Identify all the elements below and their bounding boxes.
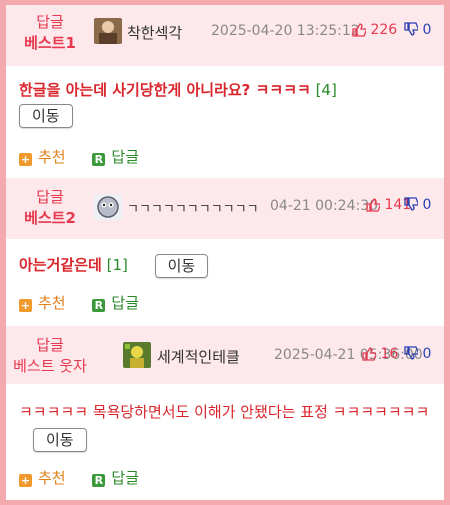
comment-body: ㅋㅋㅋㅋㅋ 목욕당하면서도 이해가 안됐다는 표정 ㅋㅋㅋㅋㅋㅋㅋ 이동 <box>19 399 434 453</box>
plus-icon: + <box>19 474 32 487</box>
reply-button[interactable]: R 답글 <box>92 469 139 487</box>
comment-text: 아는거같은데 <box>19 256 102 274</box>
dislike-count: 0 <box>422 197 432 213</box>
nickname[interactable]: 착한섹각 <box>127 22 182 43</box>
thumbs-down-icon <box>404 22 418 36</box>
like-count: 226 <box>370 22 398 38</box>
comment-date: 04-21 00:24:30 <box>270 198 379 214</box>
avatar[interactable] <box>94 18 122 44</box>
dislike-count: 0 <box>422 22 432 38</box>
comment-actions: + 추천 R 답글 <box>19 467 139 488</box>
comment-text: 한글을 아는데 사기당한게 아니라요? ㅋㅋㅋㅋ <box>19 81 311 99</box>
comment-date: 2025-04-21 05:36:00 <box>274 347 423 363</box>
move-button[interactable]: 이동 <box>33 427 87 452</box>
comment-text: ㅋㅋㅋㅋㅋ 목욕당하면서도 이해가 안됐다는 표정 ㅋㅋㅋㅋㅋㅋㅋ <box>19 403 430 421</box>
reply-count[interactable]: [1] <box>107 256 128 274</box>
comment-header: 답글 베스트1 착한섹각 2025-04-20 13:25:12 226 0 <box>6 5 444 66</box>
thumbs-up-icon <box>352 23 366 37</box>
reply-r-icon: R <box>92 153 106 166</box>
reply-button[interactable]: R 답글 <box>92 294 139 312</box>
best-rank-label: 답글 베스트2 <box>24 188 76 227</box>
reply-r-icon: R <box>92 299 106 312</box>
plus-icon: + <box>19 299 32 312</box>
dislike-count: 0 <box>422 346 432 362</box>
comment-actions: + 추천 R 답글 <box>19 146 139 167</box>
like-count: 16 <box>380 346 399 362</box>
reply-r-icon: R <box>92 474 106 487</box>
dislike-button[interactable]: 0 <box>403 22 431 38</box>
nickname[interactable]: ㄱㄱㄱㄱㄱㄱㄱㄱㄱㄱㄱ <box>127 198 259 217</box>
reply-count[interactable]: [4] <box>316 81 337 99</box>
comment-body: 한글을 아는데 사기당한게 아니라요? ㅋㅋㅋㅋ [4] 이동 <box>19 78 434 128</box>
plus-icon: + <box>19 153 32 166</box>
avatar-character-icon <box>123 342 151 368</box>
comment-body: 아는거같은데 [1] 이동 <box>19 253 434 278</box>
like-button[interactable]: 16 <box>361 346 398 362</box>
thumbs-down-icon <box>404 346 418 360</box>
thumbs-up-icon <box>366 198 380 212</box>
like-button[interactable]: 226 <box>351 22 397 38</box>
comment-date: 2025-04-20 13:25:12 <box>211 23 360 39</box>
thumbs-down-icon <box>404 197 418 211</box>
comment-actions: + 추천 R 답글 <box>19 292 139 313</box>
best-rank-label: 답글 베스트1 <box>24 13 76 52</box>
avatar[interactable] <box>94 194 122 220</box>
thumbs-up-icon <box>362 347 376 361</box>
avatar-photo-icon <box>94 18 122 44</box>
best-comments-panel: 답글 베스트1 착한섹각 2025-04-20 13:25:12 226 0 한… <box>6 5 444 500</box>
best-rank-label: 답글 베스트 웃자 <box>13 336 87 375</box>
comment-header: 답글 베스트2 ㄱㄱㄱㄱㄱㄱㄱㄱㄱㄱㄱ 04-21 00:24:30 141 0 <box>6 178 444 239</box>
dislike-button[interactable]: 0 <box>403 346 431 362</box>
avatar-ghost-icon <box>94 194 122 220</box>
avatar[interactable] <box>123 342 151 368</box>
recommend-button[interactable]: + 추천 <box>19 294 66 312</box>
reply-button[interactable]: R 답글 <box>92 148 139 166</box>
recommend-button[interactable]: + 추천 <box>19 469 66 487</box>
nickname[interactable]: 세계적인테클 <box>157 346 240 367</box>
move-button[interactable]: 이동 <box>19 103 73 128</box>
move-button[interactable]: 이동 <box>154 253 209 278</box>
comment-header: 답글 베스트 웃자 세계적인테클 2025-04-21 05:36:00 16 … <box>6 326 444 384</box>
recommend-button[interactable]: + 추천 <box>19 148 66 166</box>
dislike-button[interactable]: 0 <box>403 197 431 213</box>
